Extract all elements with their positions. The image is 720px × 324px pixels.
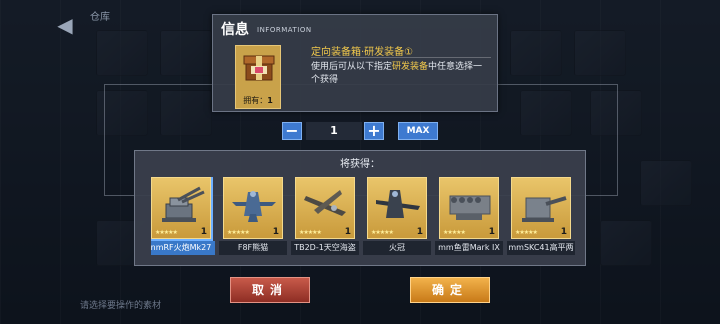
plus-button[interactable]: + xyxy=(364,122,384,140)
reward-item[interactable]: ★★★★★ 1 F8F熊猫 xyxy=(219,177,287,261)
reward-count: 1 xyxy=(344,227,351,237)
reward-item[interactable]: ★★★★★ 1 TB2D-1天空海盗 xyxy=(291,177,359,261)
reward-name: 火冠 xyxy=(363,241,431,255)
reward-count: 1 xyxy=(560,227,567,237)
owned-count: 拥有：1 xyxy=(243,96,273,105)
reward-card[interactable]: ★★★★★ 1 xyxy=(295,177,355,239)
torpedo-launcher-icon xyxy=(449,195,491,220)
rarity-stars: ★★★★★ xyxy=(443,229,466,236)
reward-card[interactable]: ★★★★★ 1 xyxy=(367,177,427,239)
confirm-button[interactable]: 确定 xyxy=(410,277,490,303)
reward-panel: 将获得： ★★★★★ 1 nmRF火炮Mk27 ★★★★★ 1 F8F熊猫 ★★… xyxy=(134,150,586,266)
background-hint-text: 请选择要操作的素材 xyxy=(80,301,162,311)
rarity-stars: ★★★★★ xyxy=(371,229,394,236)
info-title: 信息 xyxy=(221,22,249,38)
rarity-stars: ★★★★★ xyxy=(227,229,250,236)
minus-button[interactable]: − xyxy=(282,122,302,140)
reward-name: mmSKC41高平两 xyxy=(507,241,575,255)
torpedo-bomber-icon xyxy=(304,190,346,216)
fighter-plane-icon xyxy=(376,190,420,218)
divider xyxy=(311,57,491,58)
fighter-plane-icon xyxy=(232,191,276,222)
reward-count: 1 xyxy=(488,227,495,237)
reward-count: 1 xyxy=(272,227,279,237)
reward-item[interactable]: ★★★★★ 1 nmRF火炮Mk27 xyxy=(151,177,215,261)
item-description: 使用后可从以下指定研发装备中任意选择一个获得 xyxy=(311,62,483,85)
reward-name: nmRF火炮Mk27 xyxy=(151,241,215,255)
reward-count: 1 xyxy=(200,227,207,237)
rarity-stars: ★★★★★ xyxy=(155,229,178,236)
reward-card[interactable]: ★★★★★ 1 xyxy=(511,177,571,239)
max-button[interactable]: MAX xyxy=(398,122,438,140)
info-subtitle: INFORMATION xyxy=(257,26,312,34)
reward-item[interactable]: ★★★★★ 1 mmSKC41高平两 xyxy=(507,177,575,261)
reward-strip[interactable]: ★★★★★ 1 nmRF火炮Mk27 ★★★★★ 1 F8F熊猫 ★★★★★ 1… xyxy=(151,177,587,261)
item-icon-frame: 拥有：1 xyxy=(235,45,281,109)
rarity-stars: ★★★★★ xyxy=(299,229,322,236)
reward-count: 1 xyxy=(416,227,423,237)
reward-item[interactable]: ★★★★★ 1 mm鱼雷Mark IX xyxy=(435,177,503,261)
reward-card[interactable]: ★★★★★ 1 xyxy=(151,177,213,241)
cancel-button[interactable]: 取消 xyxy=(230,277,310,303)
item-name: 定向装备箱·研发装备① xyxy=(311,47,414,58)
background-header-label: 仓库 xyxy=(90,12,110,23)
reward-name: TB2D-1天空海盗 xyxy=(291,241,359,255)
info-panel: 信息 INFORMATION 拥有：1 定向装备箱·研发装备① 使用后可从以下指… xyxy=(212,14,498,112)
reward-name: F8F熊猫 xyxy=(219,241,287,255)
turret-icon xyxy=(522,196,567,222)
rarity-stars: ★★★★★ xyxy=(515,229,538,236)
gift-box-icon xyxy=(243,55,275,81)
naval-gun-icon xyxy=(162,186,205,222)
reward-card[interactable]: ★★★★★ 1 xyxy=(439,177,499,239)
reward-name: mm鱼雷Mark IX xyxy=(435,241,503,255)
reward-title: 将获得： xyxy=(340,159,380,170)
back-arrow-icon[interactable]: ◀ xyxy=(52,12,78,38)
reward-item[interactable]: ★★★★★ 1 火冠 xyxy=(363,177,431,261)
quantity-field[interactable]: 1 xyxy=(306,122,362,140)
reward-card[interactable]: ★★★★★ 1 xyxy=(223,177,283,239)
